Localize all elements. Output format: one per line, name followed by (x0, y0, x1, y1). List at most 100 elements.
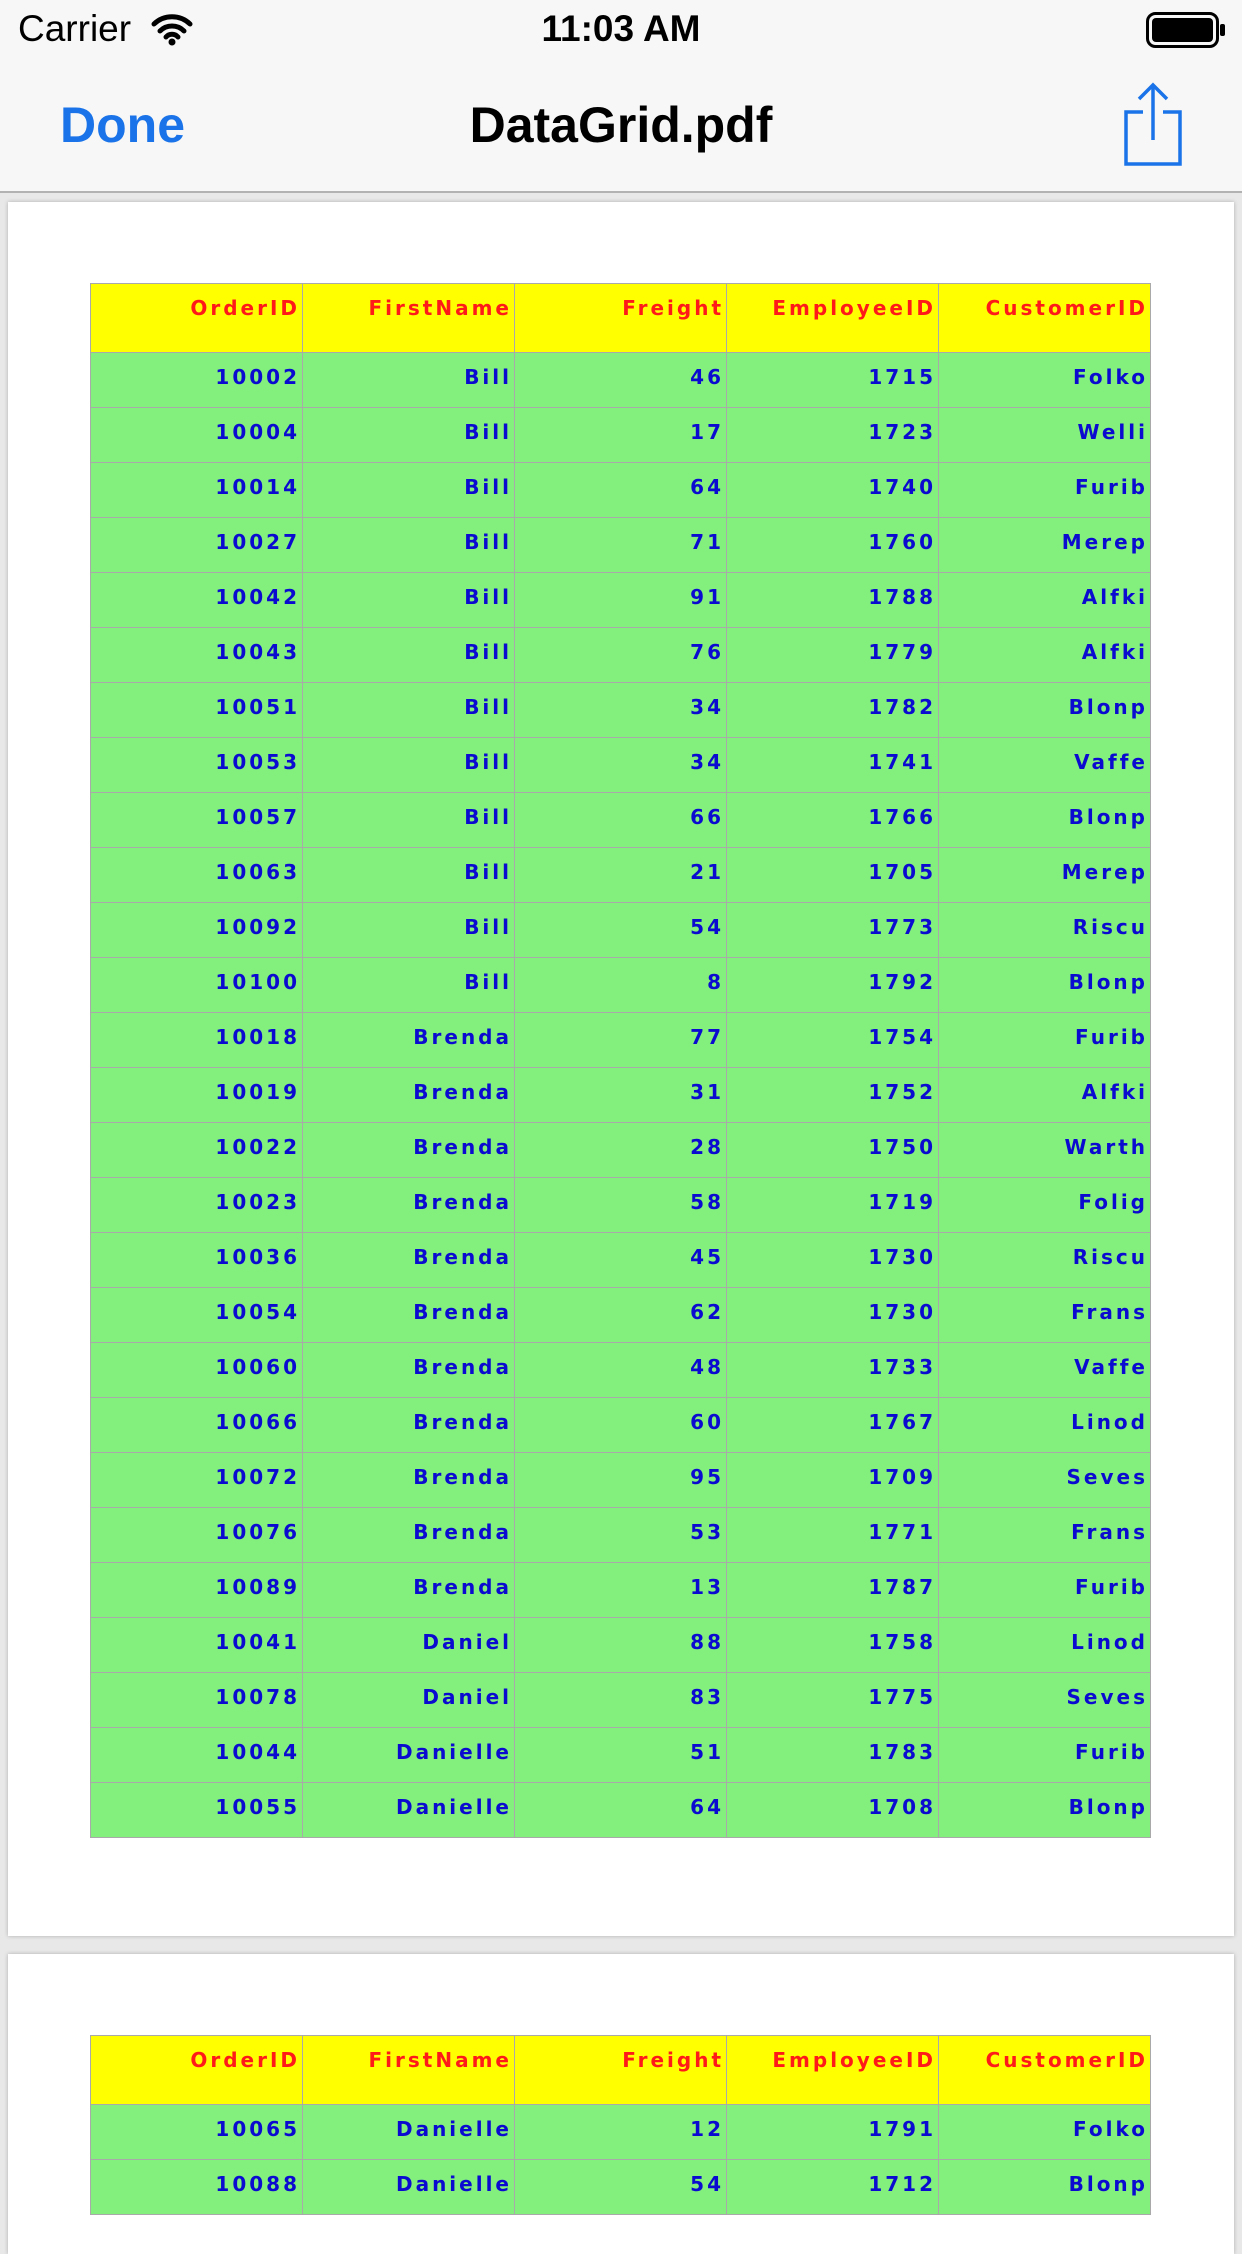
table-row: 10018 Brenda 77 1754 Furib (90, 1012, 1151, 1068)
table-row: 10053 Bill 34 1741 Vaffe (90, 737, 1151, 793)
customer-id-cell: Folko (938, 2104, 1151, 2160)
table-row: 10051 Bill 34 1782 Blonp (90, 682, 1151, 738)
employee-id-cell: 1771 (726, 1507, 939, 1563)
column-header-customerid: CustomerID (938, 283, 1151, 353)
order-id-cell: 10044 (90, 1727, 303, 1783)
freight-cell: 8 (514, 957, 727, 1013)
freight-cell: 58 (514, 1177, 727, 1233)
share-icon[interactable] (1120, 82, 1186, 173)
order-id-cell: 10043 (90, 627, 303, 683)
first-name-cell: Brenda (302, 1177, 515, 1233)
employee-id-cell: 1754 (726, 1012, 939, 1068)
first-name-cell: Daniel (302, 1617, 515, 1673)
customer-id-cell: Linod (938, 1617, 1151, 1673)
table-header-row: OrderID FirstName Freight EmployeeID Cus… (90, 283, 1151, 353)
first-name-cell: Danielle (302, 2159, 515, 2215)
table-body: 10065 Danielle 12 1791 Folko 10088 Danielle 54 1… (90, 2104, 1151, 2215)
freight-cell: 64 (514, 462, 727, 518)
order-id-cell: 10014 (90, 462, 303, 518)
freight-cell: 31 (514, 1067, 727, 1123)
first-name-cell: Brenda (302, 1287, 515, 1343)
status-time: 11:03 AM (541, 8, 701, 49)
table-row: 10078 Daniel 83 1775 Seves (90, 1672, 1151, 1728)
employee-id-cell: 1758 (726, 1617, 939, 1673)
order-id-cell: 10078 (90, 1672, 303, 1728)
employee-id-cell: 1773 (726, 902, 939, 958)
freight-cell: 54 (514, 902, 727, 958)
freight-cell: 64 (514, 1782, 727, 1838)
freight-cell: 62 (514, 1287, 727, 1343)
first-name-cell: Bill (302, 792, 515, 848)
table-row: 10002 Bill 46 1715 Folko (90, 352, 1151, 408)
employee-id-cell: 1733 (726, 1342, 939, 1398)
order-id-cell: 10066 (90, 1397, 303, 1453)
first-name-cell: Bill (302, 352, 515, 408)
order-id-cell: 10057 (90, 792, 303, 848)
order-id-cell: 10051 (90, 682, 303, 738)
first-name-cell: Brenda (302, 1067, 515, 1123)
customer-id-cell: Riscu (938, 902, 1151, 958)
table-row: 10063 Bill 21 1705 Merep (90, 847, 1151, 903)
table-row: 10019 Brenda 31 1752 Alfki (90, 1067, 1151, 1123)
customer-id-cell: Blonp (938, 957, 1151, 1013)
first-name-cell: Brenda (302, 1507, 515, 1563)
order-id-cell: 10041 (90, 1617, 303, 1673)
column-header-freight: Freight (514, 2035, 727, 2105)
freight-cell: 45 (514, 1232, 727, 1288)
customer-id-cell: Linod (938, 1397, 1151, 1453)
first-name-cell: Brenda (302, 1452, 515, 1508)
freight-cell: 95 (514, 1452, 727, 1508)
table-row: 10100 Bill 8 1792 Blonp (90, 957, 1151, 1013)
employee-id-cell: 1791 (726, 2104, 939, 2160)
first-name-cell: Bill (302, 517, 515, 573)
customer-id-cell: Furib (938, 462, 1151, 518)
customer-id-cell: Furib (938, 1727, 1151, 1783)
table-row: 10065 Danielle 12 1791 Folko (90, 2104, 1151, 2160)
first-name-cell: Danielle (302, 1727, 515, 1783)
first-name-cell: Bill (302, 572, 515, 628)
column-header-employeeid: EmployeeID (726, 2035, 939, 2105)
table-row: 10088 Danielle 54 1712 Blonp (90, 2159, 1151, 2215)
customer-id-cell: Warth (938, 1122, 1151, 1178)
order-id-cell: 10089 (90, 1562, 303, 1618)
order-id-cell: 10100 (90, 957, 303, 1013)
employee-id-cell: 1741 (726, 737, 939, 793)
order-id-cell: 10092 (90, 902, 303, 958)
table-row: 10023 Brenda 58 1719 Folig (90, 1177, 1151, 1233)
column-header-customerid: CustomerID (938, 2035, 1151, 2105)
order-id-cell: 10072 (90, 1452, 303, 1508)
table-row: 10027 Bill 71 1760 Merep (90, 517, 1151, 573)
employee-id-cell: 1775 (726, 1672, 939, 1728)
data-grid-table: OrderID FirstName Freight EmployeeID Cus… (90, 283, 1151, 1838)
order-id-cell: 10036 (90, 1232, 303, 1288)
customer-id-cell: Frans (938, 1507, 1151, 1563)
employee-id-cell: 1787 (726, 1562, 939, 1618)
order-id-cell: 10088 (90, 2159, 303, 2215)
freight-cell: 12 (514, 2104, 727, 2160)
customer-id-cell: Blonp (938, 2159, 1151, 2215)
table-row: 10043 Bill 76 1779 Alfki (90, 627, 1151, 683)
freight-cell: 77 (514, 1012, 727, 1068)
column-header-firstname: FirstName (302, 2035, 515, 2105)
first-name-cell: Brenda (302, 1012, 515, 1068)
freight-cell: 53 (514, 1507, 727, 1563)
document-title: DataGrid.pdf (469, 97, 773, 153)
order-id-cell: 10023 (90, 1177, 303, 1233)
freight-cell: 54 (514, 2159, 727, 2215)
order-id-cell: 10063 (90, 847, 303, 903)
customer-id-cell: Furib (938, 1012, 1151, 1068)
table-row: 10092 Bill 54 1773 Riscu (90, 902, 1151, 958)
freight-cell: 66 (514, 792, 727, 848)
status-bar: Carrier 11:03 AM (0, 0, 1242, 60)
table-row: 10054 Brenda 62 1730 Frans (90, 1287, 1151, 1343)
column-header-employeeid: EmployeeID (726, 283, 939, 353)
column-header-orderid: OrderID (90, 2035, 303, 2105)
pdf-page: OrderID FirstName Freight EmployeeID Cus… (8, 1954, 1234, 2254)
customer-id-cell: Riscu (938, 1232, 1151, 1288)
order-id-cell: 10060 (90, 1342, 303, 1398)
table-row: 10042 Bill 91 1788 Alfki (90, 572, 1151, 628)
customer-id-cell: Alfki (938, 1067, 1151, 1123)
table-row: 10072 Brenda 95 1709 Seves (90, 1452, 1151, 1508)
table-row: 10060 Brenda 48 1733 Vaffe (90, 1342, 1151, 1398)
customer-id-cell: Merep (938, 517, 1151, 573)
